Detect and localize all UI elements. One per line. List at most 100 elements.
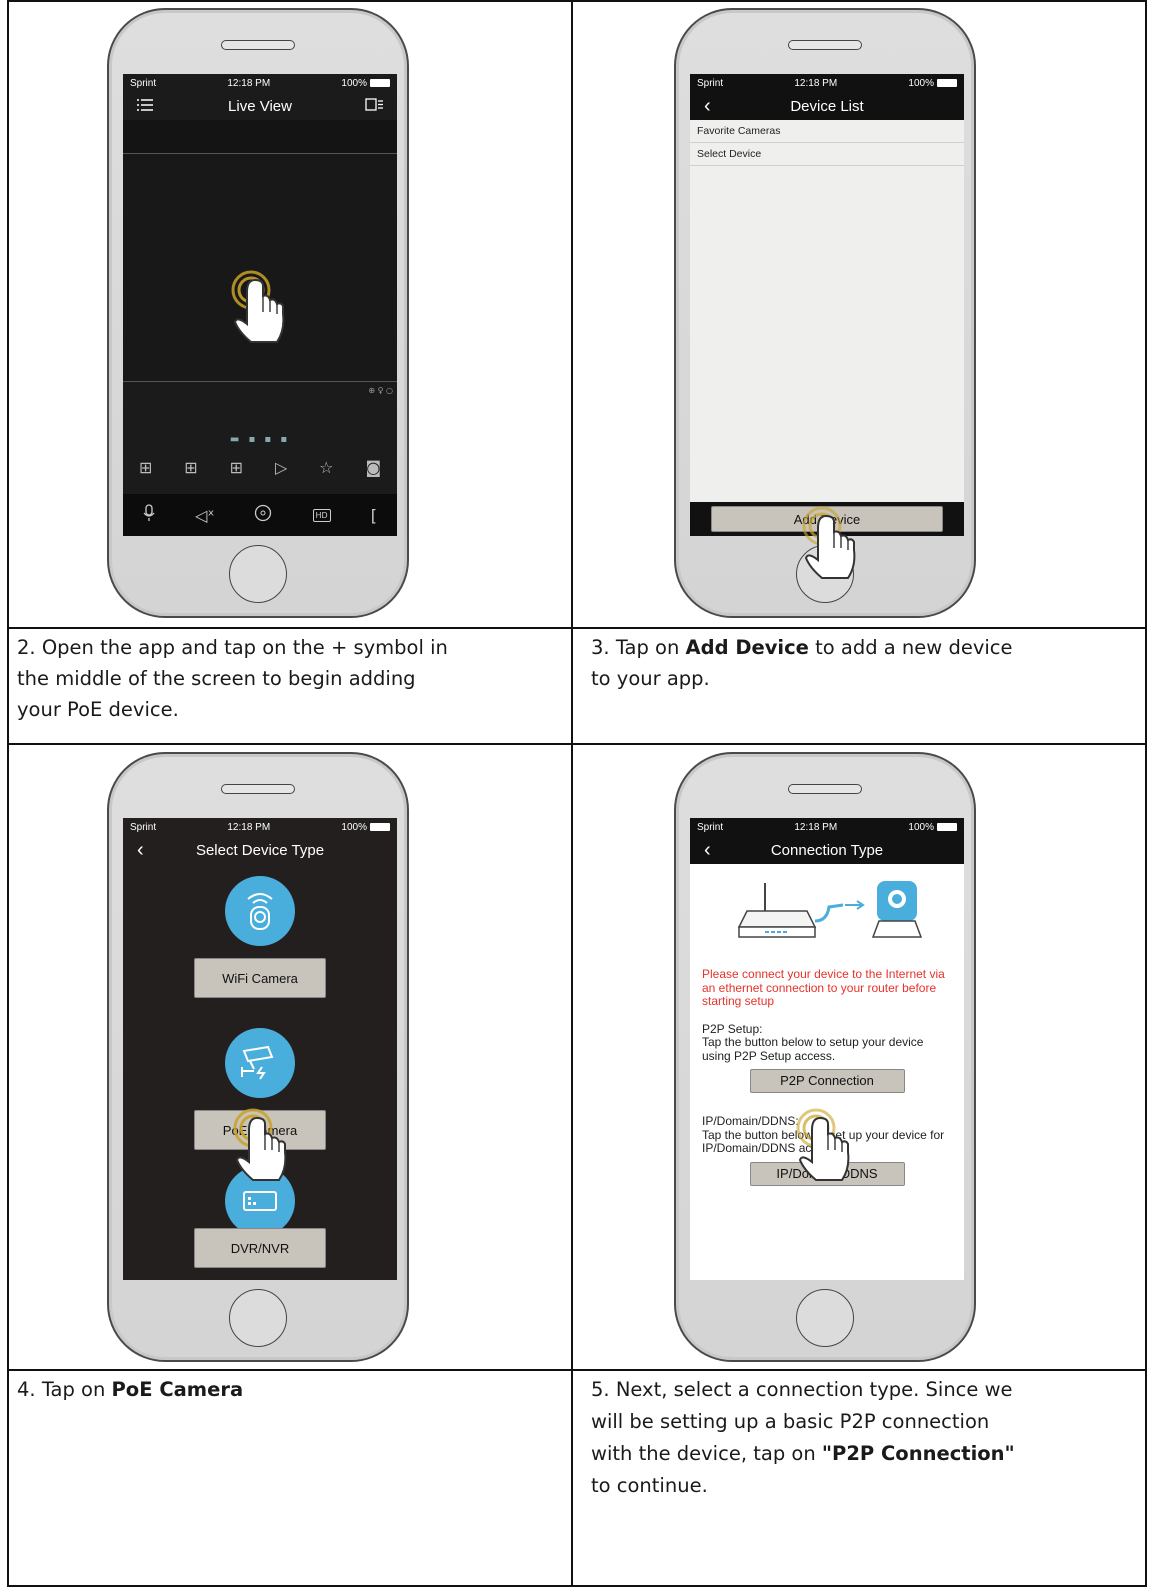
phone-connection-type: Sprint 12:18 PM 100% ‹ Connection Type P…	[674, 752, 976, 1362]
nav-bar: ‹ Select Device Type	[123, 836, 397, 864]
step-number: 2.	[17, 636, 36, 659]
phone-select-device-type: Sprint 12:18 PM 100% ‹ Select Device Typ…	[107, 752, 409, 1362]
ptz-icon[interactable]	[254, 504, 272, 526]
live-toolbar: ⊞ ⊞ ⊞ ▷ ☆ ◙	[123, 458, 397, 477]
favorite-icon[interactable]: ☆	[319, 458, 333, 477]
time-label: 12:18 PM	[227, 821, 271, 833]
channel-strip	[123, 120, 397, 154]
steps-table: Sprint 12:18 PM 100% Live View ⊕ ♀ ○ ▬ ▪…	[7, 0, 1147, 1587]
time-label: 12:18 PM	[227, 77, 271, 89]
battery-label: 100%	[341, 821, 367, 833]
nav-bar: ‹ Connection Type	[690, 836, 964, 864]
table-border-left	[7, 0, 9, 1587]
time-label: 12:18 PM	[794, 821, 838, 833]
layout-icon[interactable]	[365, 98, 383, 115]
table-divider	[571, 0, 573, 1587]
live-view-screen: Sprint 12:18 PM 100% Live View ⊕ ♀ ○ ▬ ▪…	[123, 74, 397, 536]
page-title: Live View	[228, 97, 292, 115]
battery-label: 100%	[908, 77, 934, 89]
playback-icon[interactable]: ▷	[275, 458, 287, 477]
carrier-label: Sprint	[697, 821, 724, 833]
step-emphasis: Add Device	[685, 636, 809, 659]
home-button	[796, 1289, 854, 1347]
speaker-grille	[788, 40, 862, 50]
more-icon[interactable]: [	[371, 506, 377, 525]
p2p-connection-button[interactable]: P2P Connection	[749, 1069, 905, 1093]
phone-live-view: Sprint 12:18 PM 100% Live View ⊕ ♀ ○ ▬ ▪…	[107, 8, 409, 618]
table-border-top	[7, 0, 1147, 2]
phone-device-list: Sprint 12:18 PM 100% ‹ Device List Favor…	[674, 8, 976, 618]
top-bar: Sprint 12:18 PM 100% ‹ Connection Type	[690, 818, 964, 864]
step-2-caption: 2. Open the app and tap on the + symbol …	[17, 632, 557, 725]
step-text: Tap on	[41, 1378, 106, 1401]
carrier-label: Sprint	[697, 77, 724, 89]
step-5-caption: 5. Next, select a connection type. Since…	[591, 1374, 1131, 1502]
speaker-grille	[788, 784, 862, 794]
zoom-icon[interactable]: ⊕ ♀ ○	[368, 386, 393, 395]
battery-icon	[936, 78, 957, 87]
step-emphasis: "P2P Connection"	[821, 1442, 1015, 1465]
page-title: Select Device Type	[195, 841, 325, 859]
warning-text: Please connect your device to the Intern…	[702, 967, 945, 1008]
back-chevron-icon[interactable]: ‹	[704, 95, 711, 118]
step-text: your PoE device.	[17, 698, 179, 721]
step-text: Next, select a connection type. Since we	[615, 1378, 1013, 1401]
snapshot-icon[interactable]: ◙	[365, 458, 381, 477]
back-chevron-icon[interactable]: ‹	[704, 839, 711, 862]
speaker-grille	[221, 784, 295, 794]
step-text: to your app.	[591, 667, 710, 690]
table-border-right	[1145, 0, 1147, 1587]
poe-camera-icon	[225, 1028, 295, 1098]
time-label: 12:18 PM	[794, 77, 838, 89]
home-button	[229, 1289, 287, 1347]
dvr-nvr-button[interactable]: DVR/NVR	[194, 1228, 326, 1268]
status-bar: Sprint 12:18 PM 100%	[123, 74, 397, 92]
hd-icon[interactable]: HD	[312, 508, 331, 522]
carrier-label: Sprint	[130, 77, 157, 89]
grid-4-icon[interactable]: ⊞	[184, 458, 197, 477]
mute-icon[interactable]: ◁ˣ	[195, 506, 214, 525]
tap-hand-icon	[231, 1104, 293, 1190]
menu-icon[interactable]	[137, 98, 153, 116]
tap-hand-icon	[800, 502, 862, 588]
top-bar: Sprint 12:18 PM 100% ‹ Device List	[690, 74, 964, 120]
home-button	[229, 545, 287, 603]
status-bar: Sprint 12:18 PM 100%	[123, 818, 397, 836]
step-text: the middle of the screen to begin adding	[17, 667, 416, 690]
mic-icon[interactable]	[143, 504, 155, 526]
status-bar: Sprint 12:18 PM 100%	[690, 74, 964, 92]
page-title: Device List	[790, 97, 864, 115]
step-text: to add a new device	[815, 636, 1013, 659]
connection-type-screen: Sprint 12:18 PM 100% ‹ Connection Type P…	[690, 818, 964, 1280]
p2p-description: Tap the button below to setup your devic…	[702, 1035, 924, 1063]
live-bottom-bar: ◁ˣ HD [	[123, 494, 397, 536]
battery-icon	[936, 822, 957, 831]
step-text: will be setting up a basic P2P connectio…	[591, 1410, 990, 1433]
back-chevron-icon[interactable]: ‹	[137, 839, 144, 862]
step-number: 3.	[591, 636, 610, 659]
battery-label: 100%	[341, 77, 367, 89]
step-3-caption: 3. Tap on Add Device to add a new device…	[591, 632, 1131, 694]
step-emphasis: PoE Camera	[111, 1378, 244, 1401]
grid-1-icon[interactable]: ⊞	[139, 458, 152, 477]
table-rule	[7, 743, 1147, 745]
device-list-screen: Sprint 12:18 PM 100% ‹ Device List Favor…	[690, 74, 964, 536]
grid-9-icon[interactable]: ⊞	[230, 458, 243, 477]
step-4-caption: 4. Tap on PoE Camera	[17, 1374, 557, 1405]
table-rule	[7, 1369, 1147, 1371]
step-text: with the device, tap on	[591, 1442, 816, 1465]
step-text: to continue.	[591, 1474, 708, 1497]
p2p-heading: P2P Setup:	[702, 1021, 763, 1036]
step-text: Tap on	[615, 636, 680, 659]
carrier-label: Sprint	[130, 821, 157, 833]
nav-bar: Live View	[123, 92, 397, 120]
wifi-camera-button[interactable]: WiFi Camera	[194, 958, 326, 998]
select-device-type-screen: Sprint 12:18 PM 100% ‹ Select Device Typ…	[123, 818, 397, 1280]
battery-label: 100%	[908, 821, 934, 833]
router-camera-illustration	[690, 864, 964, 960]
step-text: Open the app and tap on the + symbol in	[41, 636, 448, 659]
list-item-favorite-cameras[interactable]: Favorite Cameras	[690, 120, 964, 143]
battery-icon	[369, 822, 390, 831]
list-item-select-device[interactable]: Select Device	[690, 143, 964, 166]
status-bar: Sprint 12:18 PM 100%	[690, 818, 964, 836]
